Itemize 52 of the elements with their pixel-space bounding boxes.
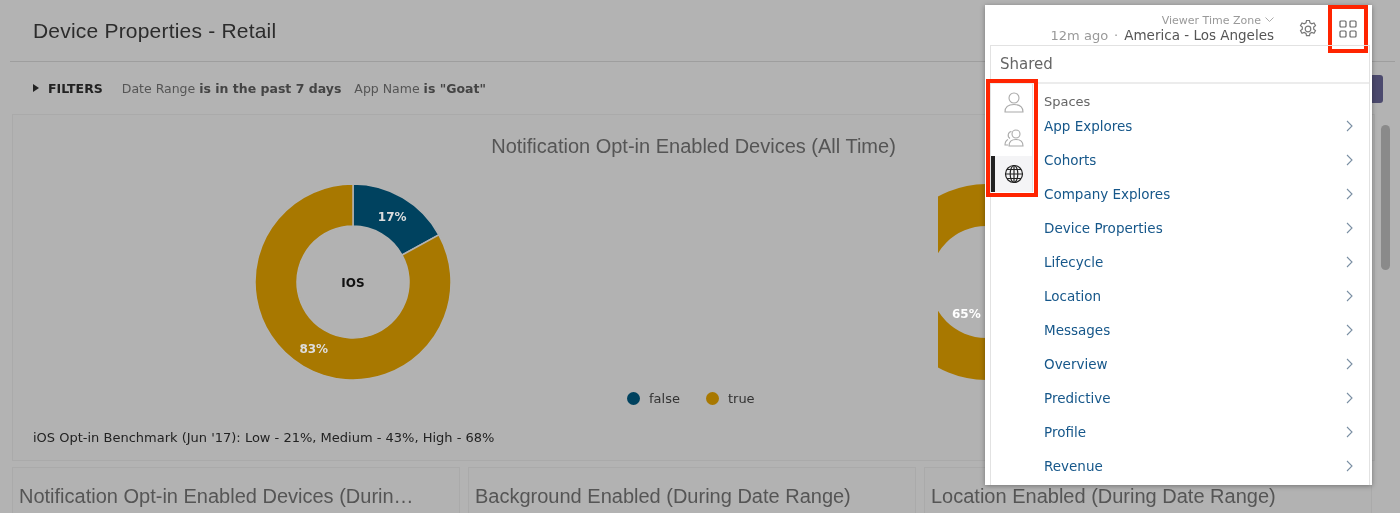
chart-title: Background Enabled (During Date Range) — [475, 485, 851, 507]
space-item[interactable]: Location — [1044, 279, 1353, 313]
space-item[interactable]: Device Properties — [1044, 211, 1353, 245]
space-item[interactable]: Predictive — [1044, 381, 1353, 415]
filters-toggle[interactable]: FILTERS — [33, 80, 103, 96]
chevron-icon — [1346, 120, 1353, 132]
chart-title: Location Enabled (During Date Range) — [931, 485, 1276, 507]
space-item[interactable]: Company Explores — [1044, 177, 1353, 211]
space-item[interactable]: Revenue — [1044, 449, 1353, 483]
value-label: 65% — [952, 307, 981, 321]
separator-dot: · — [1114, 27, 1119, 43]
benchmark-note: iOS Opt-in Benchmark (Jun '17): Low - 21%, Medium - 43%, High - 68% — [33, 430, 495, 445]
space-item[interactable]: App Explores — [1044, 109, 1353, 143]
caret-icon — [33, 84, 39, 92]
chevron-icon — [1265, 17, 1274, 23]
legend-label[interactable]: true — [727, 391, 755, 406]
time-zone-name: America - Los Angeles — [1124, 26, 1274, 43]
chevron-icon — [1346, 154, 1353, 166]
settings-icon[interactable] — [1298, 19, 1318, 39]
legend-label[interactable]: false — [649, 391, 680, 406]
space-item[interactable]: Messages — [1044, 313, 1353, 347]
rail-tab[interactable] — [991, 156, 1032, 192]
panel-header: Shared — [991, 46, 1369, 84]
page-title: Device Properties - Retail — [33, 18, 277, 43]
space-item[interactable]: Cohorts — [1044, 143, 1353, 177]
filter-condition[interactable]: Date Range is in the past 7 days — [121, 80, 342, 96]
space-item[interactable]: Lifecycle — [1044, 245, 1353, 279]
chevron-icon — [1346, 392, 1353, 404]
chart-title: Notification Opt-in Enabled Devices (All Time) — [491, 135, 896, 158]
chevron-icon — [1346, 324, 1353, 336]
chevron-icon — [1346, 358, 1353, 370]
people-icon — [1003, 128, 1024, 148]
chevron-icon — [1346, 290, 1353, 302]
chevron-icon — [1346, 222, 1353, 234]
section-label: Spaces — [1044, 93, 1092, 111]
value-label: 83% — [299, 342, 329, 357]
person-icon — [1003, 91, 1024, 113]
updated-time: 12m ago — [1050, 27, 1109, 43]
globe-icon — [1003, 164, 1024, 184]
scrollbar-thumb[interactable] — [1381, 125, 1390, 270]
chevron-icon — [1346, 426, 1353, 438]
value-label: 17% — [377, 209, 407, 224]
chevron-icon — [1346, 188, 1353, 200]
chevron-icon — [1346, 256, 1353, 268]
apps-grid-button[interactable] — [1328, 5, 1368, 53]
grid-icon — [1339, 20, 1357, 38]
donut-center-label: IOS — [341, 276, 365, 290]
space-item[interactable]: Profile — [1044, 415, 1353, 449]
chart-title: Notification Opt-in Enabled Devices (Durin… — [19, 485, 414, 507]
space-item[interactable]: Overview — [1044, 347, 1353, 381]
filter-condition[interactable]: App Name is "Goat" — [354, 80, 486, 96]
chevron-icon — [1346, 460, 1353, 472]
